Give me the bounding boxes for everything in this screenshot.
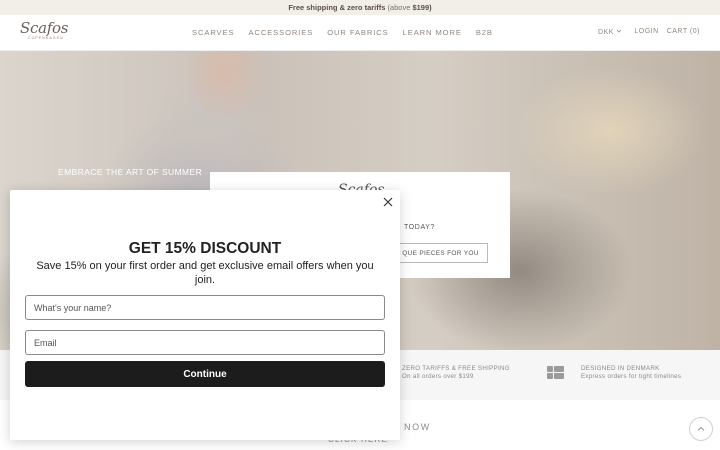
continue-button[interactable]: Continue [25,361,385,387]
header-utilities: DKK LOGIN CART (0) [598,28,700,36]
usp-designed: DESIGNED IN DENMARK Express orders for t… [581,365,681,381]
scroll-to-top-button[interactable] [689,417,713,441]
name-field[interactable] [25,295,385,320]
modal-title: GET 15% DISCOUNT [128,240,282,257]
email-field[interactable] [25,330,385,355]
hero-tagline: EMBRACE THE ART OF SUMMER [58,167,203,177]
background-popup-button[interactable]: QUE PIECES FOR YOU [393,243,488,263]
close-button[interactable] [380,194,396,210]
announcement-amount: $199) [412,3,432,12]
nav-b2b[interactable]: B2B [476,28,493,37]
usp-designed-title: DESIGNED IN DENMARK [581,365,660,372]
announcement-bold: Free shipping & zero tariffs [288,3,386,12]
currency-label: DKK [598,29,614,36]
site-header: Scafos COPENHAGEN SCARVES ACCESSORIES OU… [0,15,720,51]
logo[interactable]: Scafos COPENHAGEN [20,19,72,47]
modal-subtitle: Save 15% on your first order and get exc… [36,260,374,286]
nav-learn-more[interactable]: LEARN MORE [403,28,462,37]
chevron-up-icon [697,426,705,431]
usp-shipping: ZERO TARIFFS & FREE SHIPPING On all orde… [402,365,510,381]
main-nav: SCARVES ACCESSORIES OUR FABRICS LEARN MO… [192,28,493,37]
login-link[interactable]: LOGIN [634,28,658,36]
cart-link[interactable]: CART (0) [667,28,700,36]
announcement-light: (above [387,3,411,12]
currency-selector[interactable]: DKK [598,28,622,36]
nav-scarves[interactable]: SCARVES [192,28,234,37]
announcement-bar: Free shipping & zero tariffs (above $199… [0,0,720,15]
nav-our-fabrics[interactable]: OUR FABRICS [327,28,388,37]
nav-accessories[interactable]: ACCESSORIES [248,28,313,37]
usp-shipping-title: ZERO TARIFFS & FREE SHIPPING [402,365,510,372]
now-heading: NOW [404,422,431,432]
close-icon [383,197,393,207]
background-popup-question: TODAY? [404,224,435,231]
discount-modal: GET 15% DISCOUNT Save 15% on your first … [10,190,400,440]
chevron-down-icon [617,29,622,33]
usp-shipping-subtitle: On all orders over $199 [402,373,474,380]
usp-designed-subtitle: Express orders for tight timelines [581,373,682,380]
grid-icon [547,366,565,379]
logo-wordmark: Scafos [20,19,69,37]
